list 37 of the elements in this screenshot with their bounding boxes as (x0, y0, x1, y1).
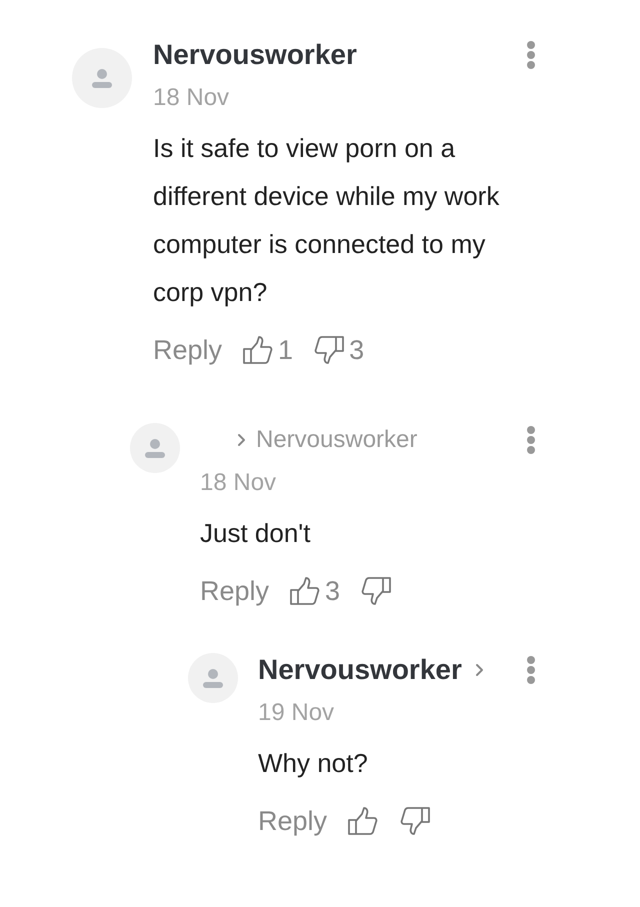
comment-date: 18 Nov (200, 468, 278, 498)
dislike-count: 3 (349, 334, 364, 367)
reply-to-name[interactable]: Nervousworker (256, 422, 418, 458)
avatar[interactable] (130, 422, 180, 472)
comment-date: 19 Nov (258, 698, 336, 728)
thumbs-up-icon (347, 806, 380, 836)
comment-date: 18 Nov (153, 83, 230, 113)
person-icon (144, 438, 166, 458)
avatar[interactable] (188, 653, 238, 703)
thumbs-up-icon (289, 576, 322, 606)
chevron-icon (474, 662, 486, 678)
reply-button[interactable]: Reply (153, 330, 222, 370)
person-icon (91, 68, 113, 88)
more-options-icon[interactable] (526, 655, 536, 685)
thumbs-down-icon (360, 576, 392, 606)
comment-text: Is it safe to view porn on a different device while my work computer is connected to my corp vpn? (153, 132, 500, 309)
chevron-icon (236, 432, 248, 448)
thumbs-up-icon (242, 335, 274, 366)
thumbs-down-icon (313, 335, 346, 366)
reply-button[interactable]: Reply (200, 570, 270, 611)
like-count: 1 (278, 334, 294, 367)
thumbs-down-icon (399, 806, 432, 836)
like-button[interactable]: 3 (289, 570, 340, 611)
like-count: 3 (325, 574, 340, 608)
dislike-button[interactable]: 3 (313, 330, 364, 370)
comment-text: Just don't (200, 516, 312, 550)
author-name[interactable]: Nervousworker (258, 649, 462, 691)
reply-button[interactable]: Reply (258, 801, 328, 842)
like-button[interactable] (347, 806, 380, 836)
dislike-button[interactable] (360, 576, 392, 606)
author-name[interactable]: Nervousworker (153, 34, 357, 76)
more-options-icon[interactable] (526, 424, 536, 454)
person-icon (202, 668, 224, 688)
dislike-button[interactable] (399, 806, 432, 836)
more-options-icon[interactable] (526, 40, 536, 70)
comment-text: Why not? (258, 747, 369, 780)
like-button[interactable]: 1 (242, 330, 294, 370)
